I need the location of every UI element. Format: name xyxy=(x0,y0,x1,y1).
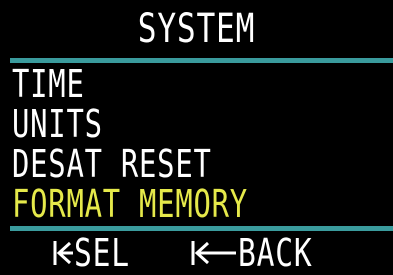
menu-item-time[interactable]: TIME xyxy=(12,64,302,104)
select-softkey-label: SEL xyxy=(74,231,130,275)
menu-item-desat-reset[interactable]: DESAT RESET xyxy=(12,144,302,184)
system-menu: TIME UNITS DESAT RESET FORMAT MEMORY xyxy=(12,64,393,224)
button-long-press-icon xyxy=(191,241,236,265)
button-short-press-icon xyxy=(53,241,73,265)
menu-item-format-memory[interactable]: FORMAT MEMORY xyxy=(12,184,302,224)
dive-computer-screen: SYSTEM TIME UNITS DESAT RESET FORMAT MEM… xyxy=(0,0,393,275)
select-softkey[interactable]: SEL xyxy=(52,232,146,274)
back-softkey-label: BACK xyxy=(238,231,313,275)
softkey-bar: SEL BACK xyxy=(0,232,393,274)
back-softkey[interactable]: BACK xyxy=(190,232,334,274)
divider-bottom xyxy=(10,226,393,231)
page-title: SYSTEM xyxy=(137,6,256,52)
menu-item-units[interactable]: UNITS xyxy=(12,104,302,144)
